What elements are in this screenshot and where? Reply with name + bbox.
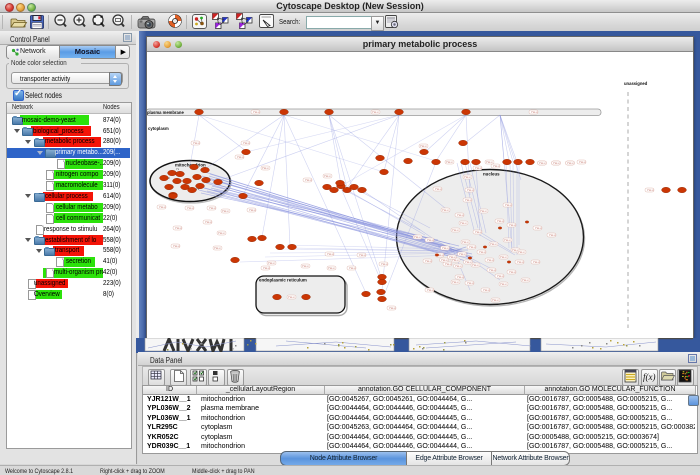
svg-text:Yxx-x: Yxx-x bbox=[420, 144, 427, 148]
svg-text:Yxx-x: Yxx-x bbox=[324, 174, 331, 178]
svg-text:Yxx-x: Yxx-x bbox=[381, 262, 388, 266]
svg-text:Yxx-x: Yxx-x bbox=[567, 161, 574, 165]
svg-text:Yxx-x: Yxx-x bbox=[465, 198, 472, 202]
svg-text:Yxx-x: Yxx-x bbox=[173, 244, 180, 248]
svg-text:Yxx-x: Yxx-x bbox=[535, 226, 542, 230]
svg-text:Yxx-x: Yxx-x bbox=[237, 155, 244, 159]
svg-text:Yxx-x: Yxx-x bbox=[449, 255, 456, 259]
svg-text:Yxx-x: Yxx-x bbox=[349, 266, 356, 270]
svg-text:Yxx-x: Yxx-x bbox=[492, 298, 499, 302]
svg-text:Yxx-x: Yxx-x bbox=[487, 258, 494, 262]
svg-text:Yxx-x: Yxx-x bbox=[222, 209, 229, 213]
svg-text:Yxx-x: Yxx-x bbox=[446, 160, 453, 164]
svg-text:Yxx-x: Yxx-x bbox=[205, 220, 212, 224]
svg-text:Yxx-x: Yxx-x bbox=[459, 252, 466, 256]
svg-text:Yxx-x: Yxx-x bbox=[647, 188, 654, 192]
svg-text:Yxx-x: Yxx-x bbox=[465, 260, 472, 264]
svg-text:Yxx-x: Yxx-x bbox=[445, 262, 452, 266]
svg-text:Yxx-x: Yxx-x bbox=[457, 275, 464, 279]
svg-text:Yxx-x: Yxx-x bbox=[475, 166, 482, 170]
svg-text:Yxx-x: Yxx-x bbox=[193, 141, 200, 145]
svg-text:Yxx-x: Yxx-x bbox=[518, 250, 525, 254]
svg-text:Yxx-x: Yxx-x bbox=[187, 206, 194, 210]
svg-text:cytoplasm: cytoplasm bbox=[148, 126, 169, 131]
svg-text:Yxx-x: Yxx-x bbox=[579, 160, 586, 164]
svg-text:Yxx-x: Yxx-x bbox=[553, 161, 560, 165]
svg-text:Yxx-x: Yxx-x bbox=[442, 246, 449, 250]
svg-text:Yxx-x: Yxx-x bbox=[531, 110, 538, 114]
svg-text:Yxx-x: Yxx-x bbox=[500, 282, 507, 286]
svg-text:Yxx-x: Yxx-x bbox=[483, 288, 490, 292]
svg-text:Yxx-x: Yxx-x bbox=[452, 228, 459, 232]
svg-text:Yxx-x: Yxx-x bbox=[549, 233, 556, 237]
svg-text:Yxx-x: Yxx-x bbox=[500, 255, 507, 259]
svg-text:Yxx-x: Yxx-x bbox=[480, 209, 487, 213]
svg-text:Yxx-x: Yxx-x bbox=[486, 160, 493, 164]
svg-text:Yxx-x: Yxx-x bbox=[517, 260, 524, 264]
svg-text:endoplasmic reticulum: endoplasmic reticulum bbox=[259, 278, 307, 283]
svg-text:Yxx-x: Yxx-x bbox=[509, 270, 516, 274]
svg-text:Yxx-x: Yxx-x bbox=[263, 266, 270, 270]
svg-text:Yxx-x: Yxx-x bbox=[305, 178, 312, 182]
svg-text:Yxx-x: Yxx-x bbox=[457, 213, 464, 217]
svg-text:unassigned: unassigned bbox=[624, 81, 648, 86]
svg-text:Yxx-x: Yxx-x bbox=[489, 268, 496, 272]
svg-text:Yxx-x: Yxx-x bbox=[479, 250, 486, 254]
svg-text:Yxx-x: Yxx-x bbox=[505, 203, 512, 207]
svg-text:Yxx-x: Yxx-x bbox=[253, 110, 260, 114]
svg-text:Yxx-x: Yxx-x bbox=[469, 245, 476, 249]
svg-text:Yxx-x: Yxx-x bbox=[522, 278, 529, 282]
svg-text:Yxx-x: Yxx-x bbox=[472, 263, 479, 267]
svg-text:Yxx-x: Yxx-x bbox=[497, 219, 504, 223]
svg-text:Yxx-x: Yxx-x bbox=[175, 226, 182, 230]
svg-text:Yxx-x: Yxx-x bbox=[389, 306, 396, 310]
svg-text:Yxx-x: Yxx-x bbox=[288, 295, 295, 299]
svg-text:Yxx-x: Yxx-x bbox=[435, 187, 442, 191]
svg-text:Yxx-x: Yxx-x bbox=[497, 274, 504, 278]
svg-text:Yxx-x: Yxx-x bbox=[328, 266, 335, 270]
svg-text:nucleus: nucleus bbox=[483, 172, 500, 177]
svg-text:Yxx-x: Yxx-x bbox=[249, 208, 256, 212]
svg-text:Yxx-x: Yxx-x bbox=[452, 280, 459, 284]
svg-text:Yxx-x: Yxx-x bbox=[214, 246, 221, 250]
svg-text:Yxx-x: Yxx-x bbox=[462, 240, 469, 244]
svg-text:Yxx-x: Yxx-x bbox=[493, 164, 500, 168]
svg-text:Yxx-x: Yxx-x bbox=[327, 252, 334, 256]
svg-text:Yxx-x: Yxx-x bbox=[414, 235, 421, 239]
svg-text:Yxx-x: Yxx-x bbox=[262, 166, 269, 170]
svg-text:Yxx-x: Yxx-x bbox=[467, 188, 474, 192]
svg-text:Yxx-x: Yxx-x bbox=[475, 230, 482, 234]
svg-text:Yxx-x: Yxx-x bbox=[442, 208, 449, 212]
svg-text:Yxx-x: Yxx-x bbox=[427, 288, 434, 292]
svg-text:Yxx-x: Yxx-x bbox=[372, 110, 379, 114]
svg-text:Yxx-x: Yxx-x bbox=[464, 175, 471, 179]
svg-text:Yxx-x: Yxx-x bbox=[509, 223, 516, 227]
svg-text:Yxx-x: Yxx-x bbox=[504, 238, 511, 242]
svg-text:Yxx-x: Yxx-x bbox=[209, 206, 216, 210]
svg-text:Yxx-x: Yxx-x bbox=[359, 253, 366, 257]
svg-text:Yxx-x: Yxx-x bbox=[268, 261, 275, 265]
svg-text:Yxx-x: Yxx-x bbox=[490, 242, 497, 246]
svg-text:Yxx-x: Yxx-x bbox=[218, 231, 225, 235]
svg-text:Yxx-x: Yxx-x bbox=[460, 221, 467, 225]
svg-text:Yxx-x: Yxx-x bbox=[467, 281, 474, 285]
svg-text:Yxx-x: Yxx-x bbox=[159, 205, 166, 209]
svg-text:f(x): f(x) bbox=[643, 372, 656, 382]
svg-text:Yxx-x: Yxx-x bbox=[539, 161, 546, 165]
svg-text:Yxx-x: Yxx-x bbox=[427, 238, 434, 242]
svg-text:plasma membrane: plasma membrane bbox=[147, 110, 184, 115]
svg-text:Yxx-x: Yxx-x bbox=[243, 141, 250, 145]
svg-text:Yxx-x: Yxx-x bbox=[533, 260, 540, 264]
svg-text:Yxx-x: Yxx-x bbox=[302, 264, 309, 268]
svg-text:Yxx-x: Yxx-x bbox=[441, 258, 448, 262]
svg-text:Yxx-x: Yxx-x bbox=[455, 264, 462, 268]
svg-text:Yxx-x: Yxx-x bbox=[425, 259, 432, 263]
